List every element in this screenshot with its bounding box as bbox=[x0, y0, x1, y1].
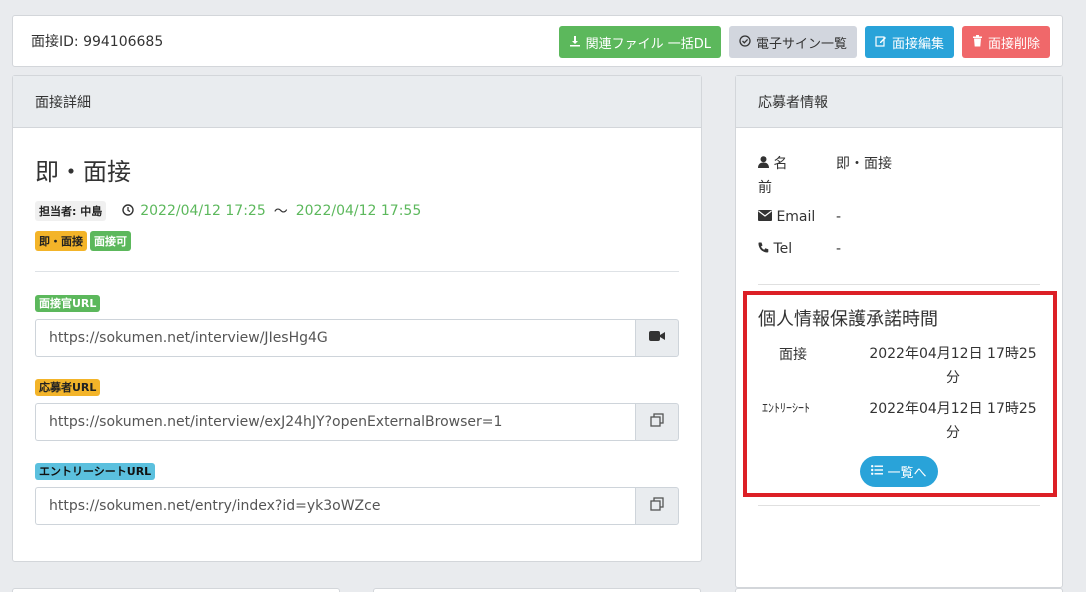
tel-value: - bbox=[836, 241, 842, 257]
edit-interview-button[interactable]: 面接編集 bbox=[864, 26, 954, 58]
header-actions: 関連ファイル 一括DL 電子サイン一覧 面接編集 面接削除 bbox=[558, 26, 1050, 58]
applicant-url-label: 応募者URL bbox=[35, 379, 101, 396]
video-camera-icon bbox=[649, 330, 665, 346]
name-label-line2: 前 bbox=[758, 180, 772, 196]
esign-list-button[interactable]: 電子サイン一覧 bbox=[728, 26, 857, 58]
interviewer-url-field[interactable]: https://sokumen.net/interview/JIesHg4G bbox=[35, 319, 635, 357]
bottom-card-middle bbox=[373, 588, 701, 592]
range-separator: 〜 bbox=[273, 204, 288, 220]
delete-interview-label: 面接削除 bbox=[987, 36, 1040, 52]
tel-label-text: Tel bbox=[773, 241, 793, 257]
consent-list-label: 一覧へ bbox=[887, 466, 927, 481]
applicant-info-heading: 応募者情報 bbox=[736, 76, 1062, 128]
interview-detail-heading: 面接詳細 bbox=[13, 76, 701, 128]
download-icon bbox=[569, 35, 581, 49]
bottom-card-left bbox=[12, 588, 340, 592]
delete-interview-button[interactable]: 面接削除 bbox=[961, 26, 1050, 58]
edit-interview-label: 面接編集 bbox=[891, 36, 944, 52]
entry-sheet-url-field[interactable]: https://sokumen.net/entry/index?id=yk3oW… bbox=[35, 487, 635, 525]
bulk-download-button[interactable]: 関連ファイル 一括DL bbox=[558, 26, 721, 58]
entry-sheet-url-label: エントリーシートURL bbox=[35, 463, 156, 480]
interview-title: 即・面接 bbox=[35, 158, 131, 186]
name-value: 即・面接 bbox=[836, 156, 892, 172]
entry-sheet-url-group: https://sokumen.net/entry/index?id=yk3oW… bbox=[35, 487, 679, 525]
copy-icon bbox=[650, 497, 664, 515]
envelope-icon bbox=[758, 209, 776, 225]
esign-list-label: 電子サイン一覧 bbox=[755, 36, 847, 52]
interview-tags: 即・面接 面接可 bbox=[35, 231, 679, 251]
privacy-consent-section: 個人情報保護承諾時間 面接 2022年04月12日 17時25 分 ｴﾝﾄﾘｰｼ… bbox=[743, 291, 1057, 497]
consent-interview-time-line1: 2022年04月12日 17時25 bbox=[869, 346, 1037, 362]
interview-header-bar: 面接ID: 994106685 関連ファイル 一括DL 電子サイン一覧 面接編集… bbox=[12, 15, 1063, 67]
copy-applicant-url-button[interactable] bbox=[635, 403, 679, 441]
divider bbox=[35, 271, 679, 272]
email-label: Email bbox=[758, 209, 815, 225]
video-camera-button[interactable] bbox=[635, 319, 679, 357]
edit-icon bbox=[875, 35, 887, 49]
divider bbox=[758, 505, 1040, 506]
email-label-text: Email bbox=[776, 209, 816, 225]
end-datetime: 2022/04/12 17:55 bbox=[295, 203, 422, 219]
user-icon bbox=[758, 156, 773, 172]
interviewer-url-label: 面接官URL bbox=[35, 295, 101, 312]
name-label: 名 bbox=[758, 153, 787, 173]
consent-entry-sheet-time-line1: 2022年04月12日 17時25 bbox=[869, 401, 1037, 417]
tag-interview-status: 面接可 bbox=[90, 231, 131, 251]
phone-icon bbox=[758, 241, 773, 257]
name-label-line1: 名 bbox=[773, 156, 788, 172]
clock-icon bbox=[122, 203, 134, 219]
consent-list-button[interactable]: 一覧へ bbox=[860, 456, 938, 487]
consent-entry-sheet-time: 2022年04月12日 17時25 分 bbox=[868, 397, 1038, 445]
consent-entry-sheet-time-line2: 分 bbox=[946, 425, 960, 441]
applicant-url-field[interactable]: https://sokumen.net/interview/exJ24hJY?o… bbox=[35, 403, 635, 441]
trash-icon bbox=[972, 35, 983, 49]
bulk-download-label: 関連ファイル 一括DL bbox=[585, 36, 711, 52]
consent-interview-time: 2022年04月12日 17時25 分 bbox=[868, 342, 1038, 390]
consent-interview-time-line2: 分 bbox=[946, 370, 960, 386]
tel-label: Tel bbox=[758, 241, 792, 257]
bottom-card-right bbox=[735, 588, 1063, 592]
interview-id: 面接ID: 994106685 bbox=[31, 34, 164, 50]
copy-entry-sheet-url-button[interactable] bbox=[635, 487, 679, 525]
assignee-badge: 担当者: 中島 bbox=[35, 201, 107, 221]
interviewer-url-group: https://sokumen.net/interview/JIesHg4G bbox=[35, 319, 679, 357]
applicant-url-group: https://sokumen.net/interview/exJ24hJY?o… bbox=[35, 403, 679, 441]
copy-icon bbox=[650, 413, 664, 431]
consent-entry-sheet-label: ｴﾝﾄﾘｰｼｰﾄ bbox=[762, 401, 811, 415]
email-value: - bbox=[836, 209, 842, 225]
check-circle-icon bbox=[739, 35, 751, 49]
interview-meta: 担当者: 中島 2022/04/12 17:25 〜 2022/04/12 17… bbox=[35, 201, 679, 221]
tag-interview-type: 即・面接 bbox=[35, 231, 87, 251]
consent-interview-label: 面接 bbox=[779, 347, 807, 363]
list-icon bbox=[871, 464, 884, 479]
divider bbox=[758, 284, 1040, 285]
interview-detail-card: 面接詳細 即・面接 担当者: 中島 2022/04/12 17:25 〜 202… bbox=[12, 75, 702, 562]
start-datetime: 2022/04/12 17:25 bbox=[140, 203, 266, 219]
privacy-consent-title: 個人情報保護承諾時間 bbox=[758, 309, 938, 330]
